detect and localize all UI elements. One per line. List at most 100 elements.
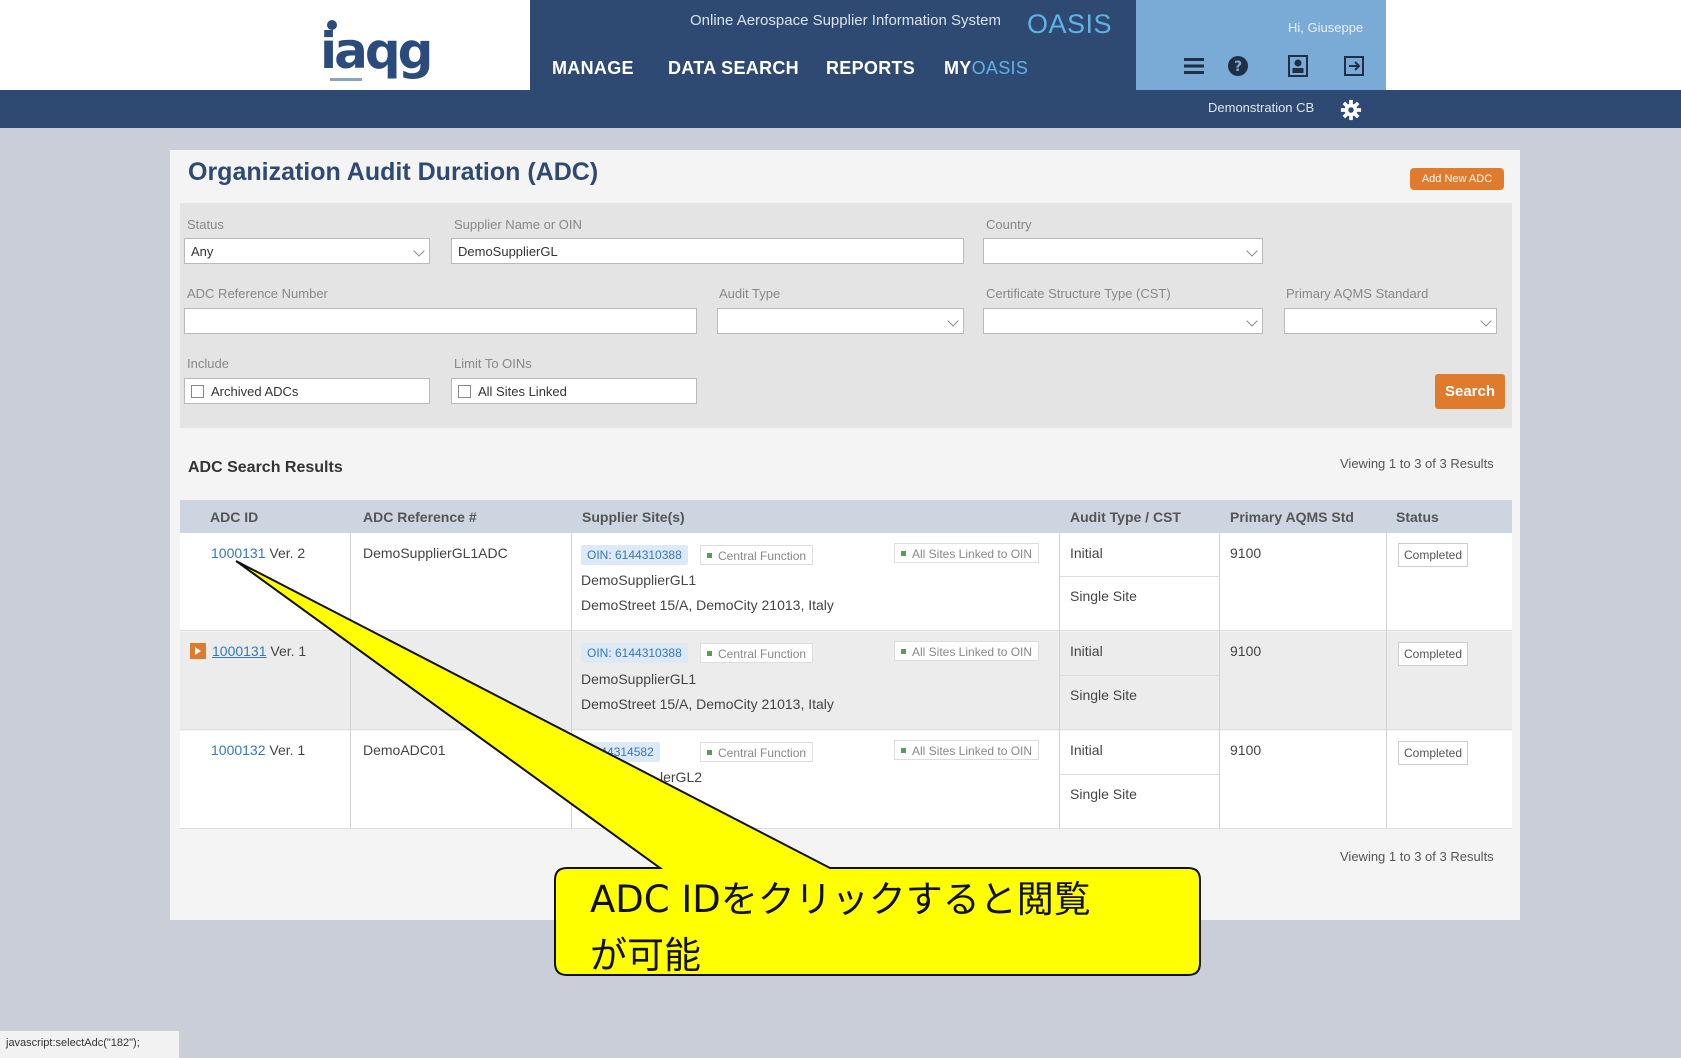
adc-ref-cell: DemoSupplierGL1ADC	[363, 545, 508, 561]
all-sites-label: All Sites Linked to OIN	[912, 645, 1033, 659]
checkbox-icon	[458, 385, 471, 398]
all-sites-tag: All Sites Linked to OIN	[894, 543, 1040, 563]
cell-divider	[1060, 774, 1219, 775]
supplier-label: Supplier Name or OIN	[454, 217, 582, 232]
site-address: DemoStreet 15/A, DemoCity 21013, Italy	[581, 696, 834, 712]
status-badge: Completed	[1398, 543, 1468, 567]
central-function-tag: Central Function	[700, 643, 814, 663]
nav-manage[interactable]: MANAGE	[552, 58, 634, 79]
cell-divider	[1060, 675, 1219, 676]
cst-label: Certificate Structure Type (CST)	[986, 286, 1171, 301]
supplier-input-value: DemoSupplierGL	[458, 244, 558, 259]
nav-data-search[interactable]: DATA SEARCH	[668, 58, 799, 79]
col-audit-type[interactable]: Audit Type / CST	[1070, 509, 1181, 525]
archived-adcs-checkbox[interactable]: Archived ADCs	[184, 378, 430, 404]
adc-id-link[interactable]: 1000131	[212, 643, 267, 659]
central-function-tag: Central Function	[700, 742, 814, 762]
bullet-icon	[901, 748, 906, 753]
col-aqms[interactable]: Primary AQMS Std	[1230, 509, 1354, 525]
nav-reports[interactable]: REPORTS	[826, 58, 915, 79]
col-status[interactable]: Status	[1396, 509, 1439, 525]
all-sites-label: All Sites Linked to OIN	[912, 547, 1033, 561]
audit-type-select[interactable]	[717, 308, 964, 334]
site-name: DemoSupplierGL1	[581, 671, 697, 687]
page-title: Organization Audit Duration (ADC)	[188, 158, 599, 186]
cb-label: Demonstration CB	[1208, 100, 1315, 115]
user-greeting: Hi, Giuseppe	[1288, 20, 1364, 35]
chevron-down-icon	[1246, 245, 1258, 257]
supplier-input[interactable]: DemoSupplierGL	[451, 238, 964, 264]
expand-icon[interactable]	[190, 643, 206, 659]
user-panel	[1136, 0, 1386, 95]
cst-value: Single Site	[1070, 588, 1137, 604]
audit-type-value: Initial	[1070, 643, 1103, 659]
search-button[interactable]: Search	[1435, 374, 1505, 409]
logo-tagline	[330, 78, 362, 81]
audit-type-value: Initial	[1070, 742, 1103, 758]
status-select[interactable]: Any	[184, 238, 430, 264]
adc-id-cell: 1000131 Ver. 2	[211, 545, 305, 561]
adc-id-cell: 1000131 Ver. 1	[190, 643, 306, 659]
profile-icon[interactable]	[1286, 54, 1310, 78]
adc-id-link[interactable]: 1000131	[211, 545, 266, 561]
adc-ref-cell: DemoADC01	[363, 742, 446, 758]
col-supplier-sites[interactable]: Supplier Site(s)	[582, 509, 685, 525]
audit-type-label: Audit Type	[719, 286, 781, 301]
central-function-label: Central Function	[718, 549, 807, 563]
include-label: Include	[187, 356, 229, 371]
add-new-adc-button[interactable]: Add New ADC	[1410, 168, 1504, 190]
sub-header-band	[0, 90, 1681, 128]
help-icon[interactable]: ?	[1226, 54, 1250, 78]
browser-status-bar: javascript:selectAdc("182");	[0, 1030, 180, 1058]
menu-icon[interactable]	[1182, 54, 1206, 78]
country-label: Country	[986, 217, 1032, 232]
col-adc-id[interactable]: ADC ID	[210, 509, 258, 525]
gear-icon[interactable]	[1340, 99, 1362, 121]
oin-tag[interactable]: OIN: 6144310388	[581, 545, 688, 565]
col-divider	[571, 533, 572, 828]
chevron-down-icon	[1246, 315, 1258, 327]
all-sites-linked-checkbox[interactable]: All Sites Linked	[451, 378, 697, 404]
all-sites-label: All Sites Linked to OIN	[912, 744, 1033, 758]
chevron-down-icon	[413, 245, 425, 257]
adc-ref-label: ADC Reference Number	[187, 286, 328, 301]
cell-divider	[1060, 576, 1219, 577]
adc-version: Ver. 1	[269, 742, 306, 758]
country-select[interactable]	[983, 238, 1263, 264]
all-sites-tag: All Sites Linked to OIN	[894, 740, 1040, 760]
nav-myoasis-suffix: OASIS	[971, 58, 1029, 78]
limit-label: Limit To OINs	[454, 356, 532, 371]
aqms-value: 9100	[1230, 643, 1262, 659]
cst-value: Single Site	[1070, 786, 1137, 802]
adc-version: Ver. 2	[269, 545, 306, 561]
nav-myoasis-prefix: MY	[944, 58, 972, 78]
logout-icon[interactable]	[1342, 54, 1366, 78]
archived-adcs-label: Archived ADCs	[211, 384, 299, 399]
oin-tag[interactable]: OIN: 6144310388	[581, 643, 688, 663]
all-sites-linked-label: All Sites Linked	[478, 384, 567, 399]
site-name: DemoSupplierGL1	[581, 572, 697, 588]
nav-myoasis[interactable]: MYOASIS	[944, 58, 1028, 79]
adc-version: Ver. 1	[270, 643, 307, 659]
status-select-value: Any	[191, 244, 214, 259]
logo-text: iaqg	[320, 22, 433, 80]
col-divider	[1386, 533, 1387, 828]
adc-ref-input[interactable]	[184, 308, 697, 334]
iaqg-logo[interactable]: iaqg	[320, 18, 433, 81]
aqms-select[interactable]	[1284, 308, 1497, 334]
oin-tag[interactable]: 6144314582	[581, 742, 660, 762]
callout-line-1: ADC IDをクリックすると閲覧	[590, 878, 1091, 921]
col-divider	[1059, 533, 1060, 828]
bullet-icon	[707, 553, 712, 558]
bullet-icon	[901, 551, 906, 556]
adc-id-link[interactable]: 1000132	[211, 742, 266, 758]
status-badge: Completed	[1398, 741, 1468, 765]
system-name: OASIS	[1027, 9, 1113, 39]
callout-text: ADC IDをクリックすると閲覧 が可能	[590, 872, 1185, 984]
aqms-value: 9100	[1230, 545, 1262, 561]
col-adc-ref[interactable]: ADC Reference #	[363, 509, 477, 525]
results-title: ADC Search Results	[188, 459, 343, 476]
cst-select[interactable]	[983, 308, 1263, 334]
callout-line-2: が可能	[590, 934, 701, 977]
audit-type-value: Initial	[1070, 545, 1103, 561]
